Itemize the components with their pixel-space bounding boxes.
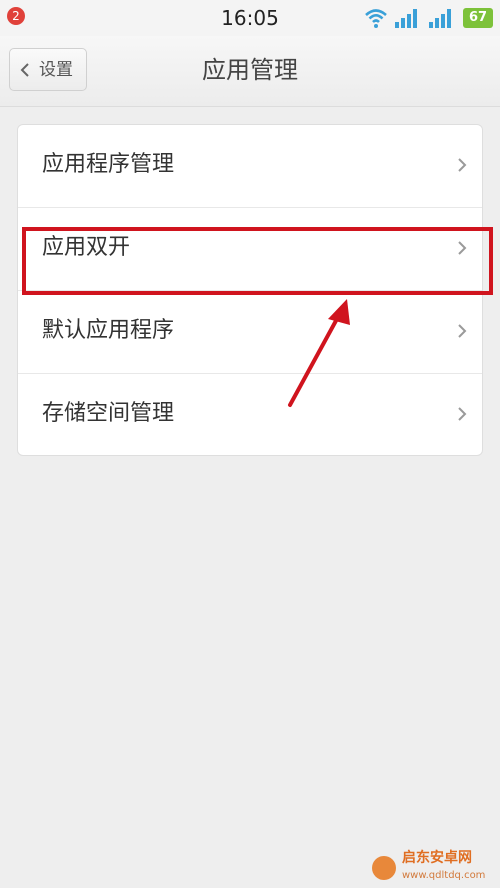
page-title: 应用管理 <box>202 56 298 84</box>
chevron-right-icon <box>458 158 467 172</box>
status-bar: 2 16:05 67 <box>0 0 500 36</box>
battery-indicator: 67 <box>463 8 493 28</box>
watermark-name: 启东安卓网 <box>402 850 472 866</box>
signal-icon <box>429 9 451 28</box>
title-bar: 设置 应用管理 <box>0 36 500 107</box>
menu-item-storage[interactable]: 存储空间管理 <box>18 374 482 457</box>
chevron-right-icon <box>458 407 467 421</box>
chevron-right-icon <box>458 324 467 338</box>
notification-badge: 2 <box>7 7 25 25</box>
signal-icon <box>395 9 417 28</box>
chevron-left-icon <box>20 63 29 77</box>
back-label: 设置 <box>39 60 73 80</box>
annotation-arrow-icon <box>288 299 350 407</box>
back-button[interactable]: 设置 <box>9 48 87 91</box>
menu-item-label: 存储空间管理 <box>42 401 175 426</box>
menu-item-label: 应用程序管理 <box>42 152 175 177</box>
status-time: 16:05 <box>221 6 279 30</box>
watermark: 启东安卓网 www.qdltdq.com <box>402 849 498 885</box>
watermark-logo-icon <box>372 856 396 880</box>
wifi-icon <box>365 9 387 28</box>
menu-item-app-manager[interactable]: 应用程序管理 <box>18 125 482 208</box>
annotation-highlight-box <box>22 227 493 295</box>
menu-item-default-apps[interactable]: 默认应用程序 <box>18 291 482 374</box>
menu-item-label: 默认应用程序 <box>42 318 175 343</box>
watermark-url: www.qdltdq.com <box>402 870 486 881</box>
